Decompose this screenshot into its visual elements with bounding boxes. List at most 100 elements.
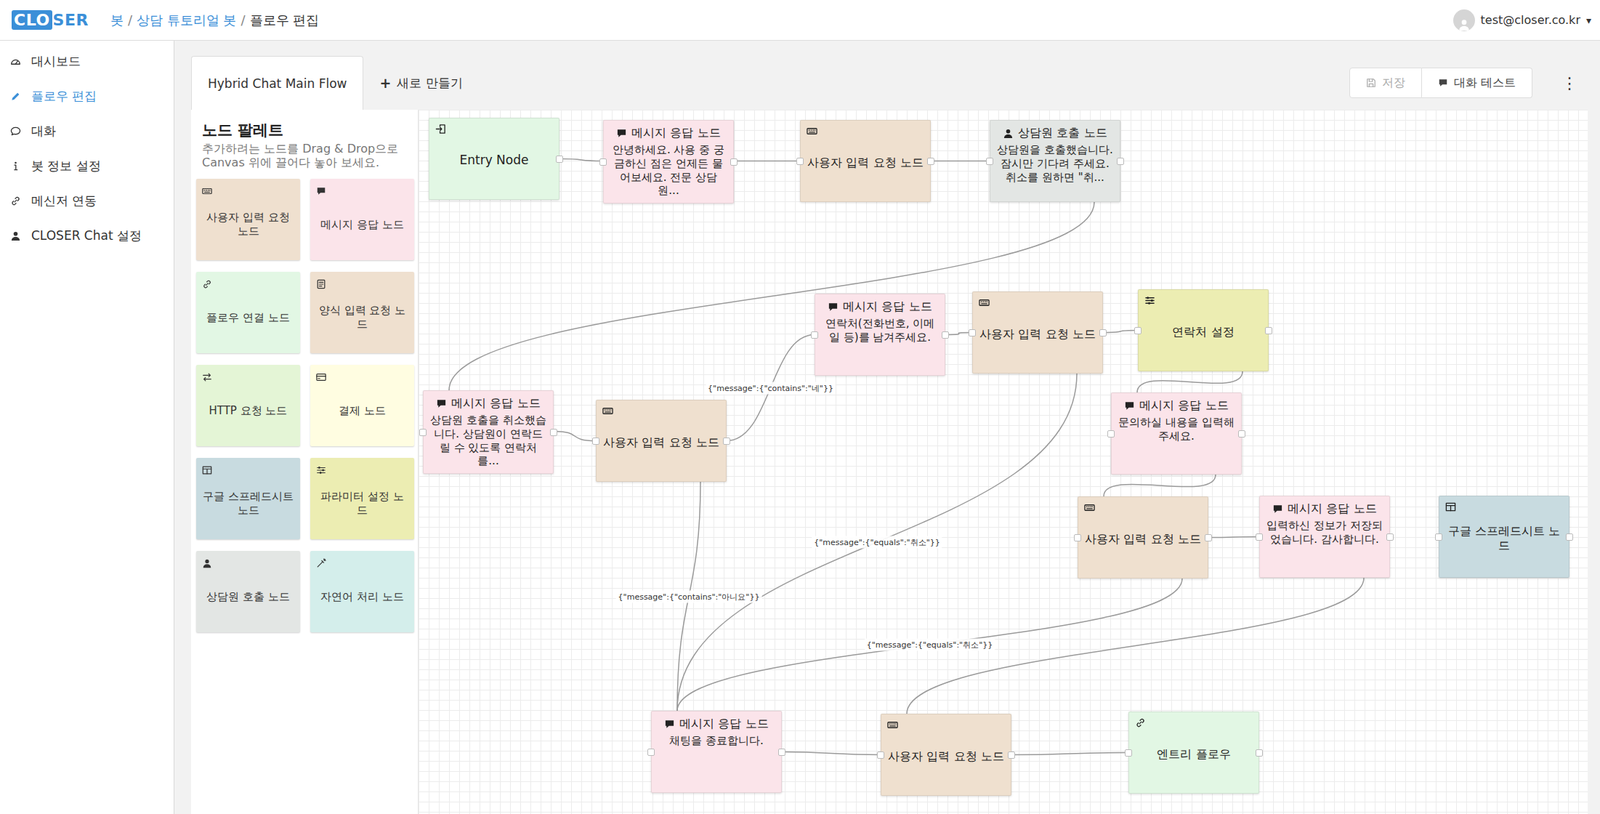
output-port[interactable] [1007,751,1016,759]
flow-node[interactable]: 메시지 응답 노드입력하신 정보가 저장되었습니다. 감사합니다. [1259,495,1391,578]
chat-outline-icon [10,125,22,137]
palette-item[interactable]: 상담원 호출 노드 [196,550,301,633]
input-port[interactable] [592,437,600,445]
edge[interactable] [733,160,800,163]
output-port[interactable] [1265,326,1273,335]
breadcrumb: 봇/상담 튜토리얼 봇/플로우 편집 [110,11,319,30]
edge[interactable] [1102,330,1138,333]
palette-item[interactable]: 사용자 입력 요청 노드 [196,178,301,261]
input-port[interactable] [810,331,819,339]
flow-node[interactable]: 연락처 설정 [1137,289,1269,372]
node-body: 입력하신 정보가 저장되었습니다. 감사합니다. [1265,518,1384,547]
edge[interactable] [781,752,881,755]
output-port[interactable] [555,155,564,163]
output-port[interactable] [1204,534,1212,542]
keyboard-icon [1084,502,1096,513]
flow-node[interactable]: 상담원 호출 노드상담원을 호출했습니다. 잠시만 기다려 주세요. 취소를 원… [989,119,1121,202]
more-button[interactable]: ⋮ [1561,74,1578,93]
sidebar-label: 대시보드 [31,53,81,70]
output-port[interactable] [1238,430,1246,438]
edge[interactable] [553,431,596,442]
input-port[interactable] [1124,749,1133,757]
input-port[interactable] [986,157,994,165]
plus-icon: + [379,74,391,91]
flow-node[interactable]: Entry Node [428,117,560,200]
sidebar-item[interactable]: 대시보드 [0,43,174,79]
flow-node[interactable]: 구글 스프레드시트 노드 [1438,495,1570,578]
node-title: 상담원 호출 노드 [1017,125,1107,141]
palette-item-label: HTTP 요청 노드 [201,382,295,439]
flow-node[interactable]: 메시지 응답 노드채팅을 종료합니다. [651,710,782,793]
keyboard-icon [806,125,818,137]
node-body: 연락처(전화번호, 이메일 등)를 남겨주세요. [821,316,939,345]
new-tab-button[interactable]: +새로 만들기 [363,55,479,110]
input-port[interactable] [968,329,976,337]
flow-node[interactable]: 사용자 입력 요청 노드 [972,291,1103,374]
sidebar-item[interactable]: 메신저 연동 [0,183,174,218]
output-port[interactable] [722,437,731,445]
tab[interactable]: Hybrid Chat Main Flow [191,55,364,110]
main: Hybrid Chat Main Flow+새로 만들기저장대화 테스트⋮노드 … [174,40,1600,814]
sidebar-item[interactable]: CLOSER Chat 설정 [0,217,174,253]
input-port[interactable] [647,748,655,756]
breadcrumb-item[interactable]: 봇 [110,11,124,30]
input-port[interactable] [1134,326,1142,335]
flow-node[interactable]: 메시지 응답 노드문의하실 내용을 입력해 주세요. [1110,392,1242,475]
palette-item[interactable]: 결제 노드 [310,364,415,447]
flow-node[interactable]: 메시지 응답 노드상담원 호출을 취소했습니다. 상담원이 연락드릴 수 있도록… [422,390,554,474]
palette-item[interactable]: 자연어 처리 노드 [310,550,415,633]
flow-node[interactable]: 메시지 응답 노드안녕하세요. 사용 중 궁금하신 점은 언제든 물어보세요. … [603,119,734,204]
flow-node[interactable]: 사용자 입력 요청 노드 [1077,496,1209,579]
edge[interactable] [677,373,1077,711]
node-title: 사용자 입력 요청 노드 [1084,531,1201,547]
link-icon [201,279,213,290]
edge[interactable] [559,159,604,162]
input-port[interactable] [1073,534,1082,542]
node-body: 안녕하세요. 사용 중 궁금하신 점은 언제든 물어보세요. 전문 상담원... [609,143,728,198]
input-port[interactable] [1435,533,1443,541]
palette-item[interactable]: 메시지 응답 노드 [310,178,415,261]
sidebar-label: 플로우 편집 [31,87,97,105]
output-port[interactable] [778,748,786,756]
output-port[interactable] [1116,157,1125,165]
palette-item[interactable]: 구글 스프레드시트 노드 [196,457,301,540]
output-port[interactable] [730,158,738,166]
output-port[interactable] [550,428,558,436]
output-port[interactable] [1099,329,1107,337]
user-menu[interactable]: test@closer.co.kr▾ [1453,9,1592,32]
output-port[interactable] [1386,533,1394,541]
output-port[interactable] [941,331,949,339]
sidebar-item[interactable]: 봇 정보 설정 [0,148,174,184]
input-port[interactable] [1255,533,1263,541]
edge[interactable] [1208,536,1260,538]
flow-canvas[interactable]: {"message":{"contains":"네"}}{"message":{… [418,109,1588,814]
palette-item[interactable]: 파라미터 설정 노드 [310,457,415,540]
sidebar-item[interactable]: 대화 [0,113,174,149]
edge-label: {"message":{"equals":"취소"}} [811,536,942,549]
flow-node[interactable]: 메시지 응답 노드연락처(전화번호, 이메일 등)를 남겨주세요. [814,293,946,376]
flow-node[interactable]: 사용자 입력 요청 노드 [595,399,727,482]
edge[interactable] [930,160,990,163]
palette-item[interactable]: HTTP 요청 노드 [196,364,301,447]
node-header: 사용자 입력 요청 노드 [1084,512,1202,573]
output-port[interactable] [927,157,935,165]
edge[interactable] [1011,752,1129,755]
input-port[interactable] [599,158,607,166]
edge[interactable] [1103,474,1216,497]
flow-node[interactable]: 사용자 입력 요청 노드 [880,713,1012,796]
output-port[interactable] [1565,533,1574,541]
flow-node[interactable]: 사용자 입력 요청 노드 [800,119,931,202]
input-port[interactable] [419,428,427,436]
breadcrumb-item[interactable]: 상담 튜토리얼 봇 [136,11,237,30]
input-port[interactable] [877,751,885,759]
output-port[interactable] [1255,749,1263,757]
palette-item[interactable]: 양식 입력 요청 노드 [310,271,415,354]
input-port[interactable] [1107,430,1115,438]
logo[interactable]: CLOSER [11,10,89,30]
input-port[interactable] [796,157,804,165]
action-button[interactable]: 대화 테스트 [1421,67,1533,99]
flow-node[interactable]: 엔트리 플로우 [1128,711,1260,794]
palette-item[interactable]: 플로우 연결 노드 [196,271,301,354]
sidebar-item[interactable]: 플로우 편집 [0,78,174,114]
edge[interactable] [1137,371,1243,393]
